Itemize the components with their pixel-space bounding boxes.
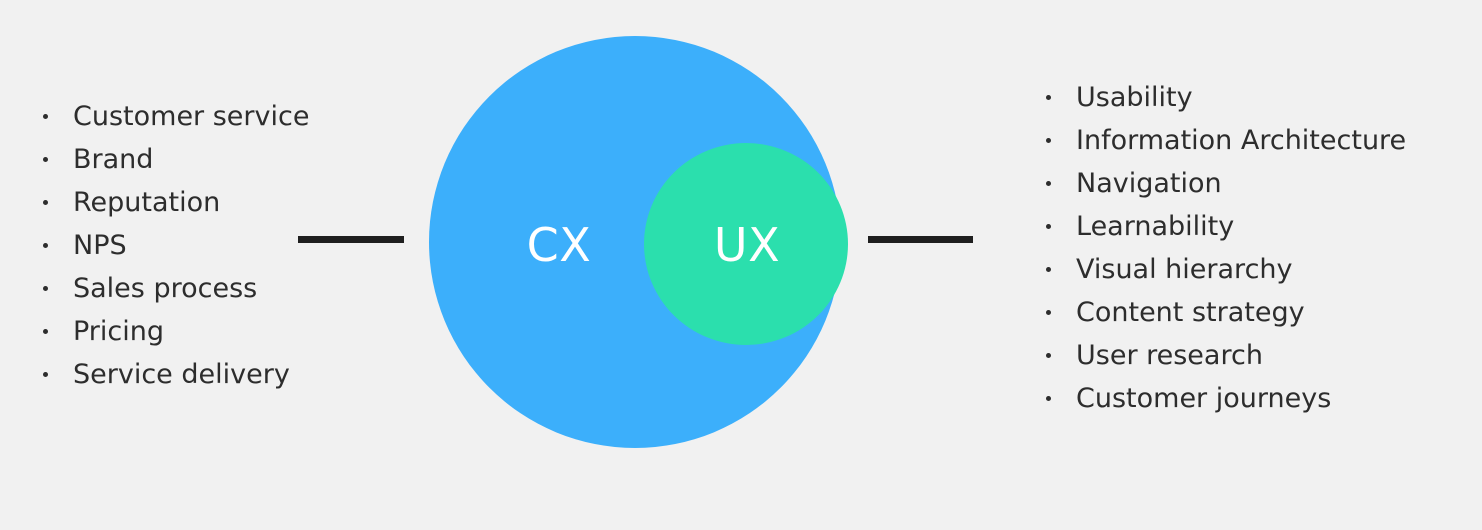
bullet-icon [1046,396,1051,401]
bullet-icon [1046,95,1051,100]
bullet-icon [1046,267,1051,272]
ux-attribute-list: Usability Information Architecture Navig… [1046,76,1406,420]
list-item: Pricing [43,310,309,353]
list-item: Navigation [1046,162,1406,205]
list-item-label: Brand [73,144,154,175]
bullet-icon [1046,181,1051,186]
list-item-label: Learnability [1076,211,1235,242]
bullet-icon [43,286,48,291]
bullet-icon [43,114,48,119]
list-item-label: Navigation [1076,168,1222,199]
list-item-label: Pricing [73,316,165,347]
list-item: Usability [1046,76,1406,119]
list-item-label: Customer service [73,101,310,132]
list-item-label: Reputation [73,187,221,218]
list-item: NPS [43,224,309,267]
bullet-icon [43,243,48,248]
list-item-label: Sales process [73,273,258,304]
list-item-label: User research [1076,340,1263,371]
list-item-label: Content strategy [1076,297,1305,328]
connector-line-left [298,236,404,243]
bullet-icon [43,200,48,205]
list-item-label: Service delivery [73,359,290,390]
list-item: Visual hierarchy [1046,248,1406,291]
bullet-icon [1046,310,1051,315]
bullet-icon [1046,353,1051,358]
list-item-label: Information Architecture [1076,125,1407,156]
list-item-label: NPS [73,230,127,261]
cx-attribute-list: Customer service Brand Reputation NPS Sa… [43,95,309,396]
connector-line-right [868,236,973,243]
list-item: Brand [43,138,309,181]
list-item: Service delivery [43,353,309,396]
diagram-canvas: Customer service Brand Reputation NPS Sa… [0,0,1482,530]
list-item-label: Visual hierarchy [1076,254,1293,285]
list-item: User research [1046,334,1406,377]
ux-circle-label: UX [713,218,781,272]
list-item: Content strategy [1046,291,1406,334]
list-item: Customer service [43,95,309,138]
list-item-label: Customer journeys [1076,383,1332,414]
list-item: Customer journeys [1046,377,1406,420]
list-item: Learnability [1046,205,1406,248]
bullet-icon [1046,138,1051,143]
list-item: Sales process [43,267,309,310]
list-item-label: Usability [1076,82,1193,113]
bullet-icon [1046,224,1051,229]
bullet-icon [43,372,48,377]
list-item: Reputation [43,181,309,224]
list-item: Information Architecture [1046,119,1406,162]
bullet-icon [43,157,48,162]
cx-circle-label: CX [526,218,592,272]
bullet-icon [43,329,48,334]
